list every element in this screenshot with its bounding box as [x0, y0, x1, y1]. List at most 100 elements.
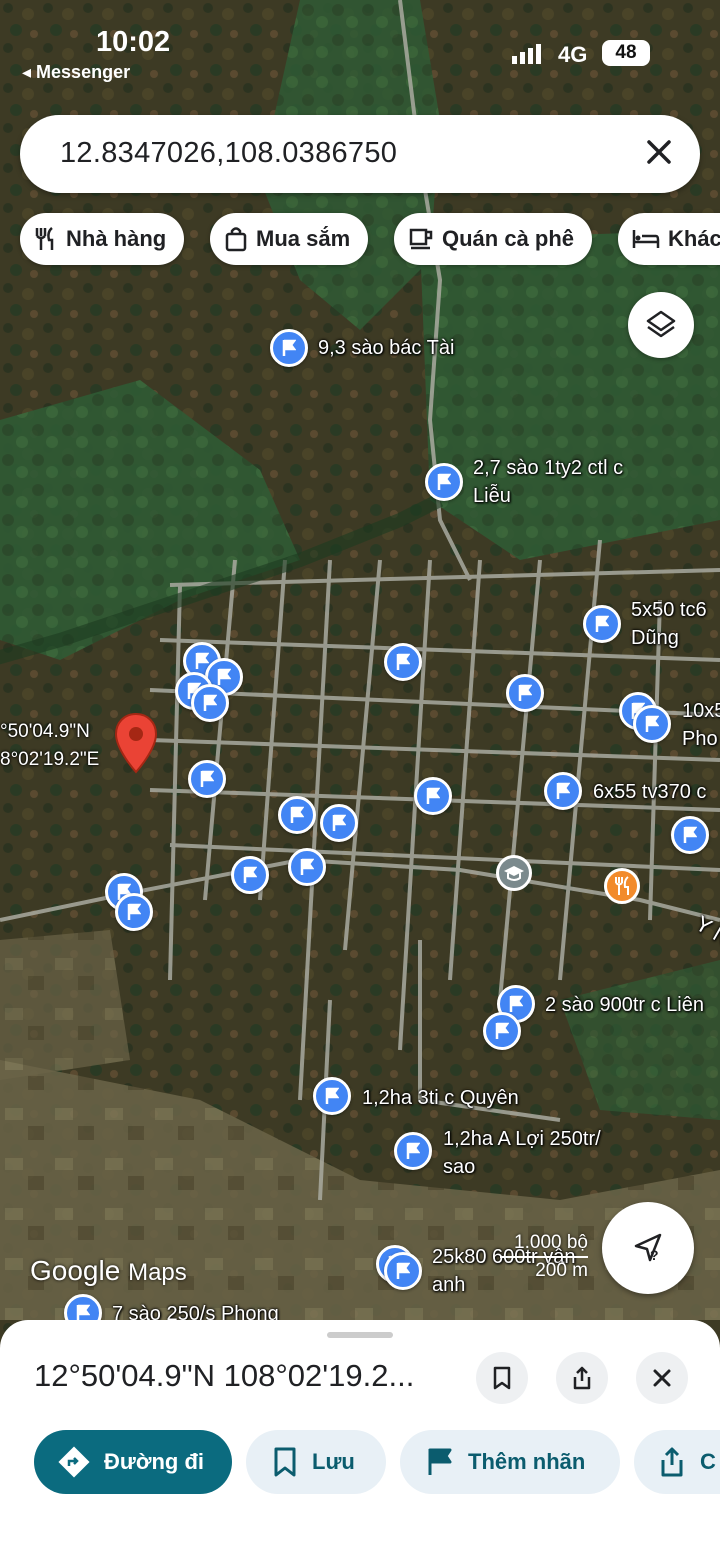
chip-label: Mua sắm	[256, 226, 351, 251]
svg-text:?: ?	[650, 1247, 659, 1263]
place-label: 5x50 tc6	[631, 599, 707, 621]
saved-place-pin[interactable]	[544, 772, 582, 810]
layers-icon	[646, 310, 676, 338]
directions-button[interactable]: Đường đi	[34, 1430, 232, 1494]
scale-feet: 1.000 bộ	[514, 1232, 588, 1253]
flag-icon	[509, 995, 524, 1013]
restaurant-marker[interactable]	[604, 868, 640, 904]
saved-place-pin[interactable]	[231, 856, 269, 894]
flag-icon	[428, 1448, 452, 1475]
share-button[interactable]: C	[634, 1430, 720, 1494]
scale-meters: 200 m	[535, 1260, 588, 1281]
flag-icon	[495, 1022, 510, 1040]
chip-label: Nhà hàng	[66, 226, 167, 251]
saved-place-pin[interactable]	[270, 329, 308, 367]
save-label: Lưu	[312, 1449, 355, 1474]
dropped-pin-coordinates: °50'04.9"N 8°02'19.2"E	[0, 718, 99, 774]
saved-place-pin[interactable]	[384, 1252, 422, 1290]
flag-icon	[332, 814, 347, 832]
shopping-bag-icon	[225, 227, 247, 252]
flag-icon	[300, 858, 315, 876]
directions-icon	[58, 1446, 90, 1478]
clear-search-icon[interactable]	[642, 135, 676, 169]
coffee-cup-icon	[409, 228, 433, 250]
saved-place-pin[interactable]	[414, 777, 452, 815]
search-query[interactable]: 12.8347026,108.0386750	[60, 137, 397, 170]
chip-hotels[interactable]: Khác	[618, 213, 720, 265]
flag-icon	[518, 684, 533, 702]
saved-place-pin[interactable]	[425, 463, 463, 501]
dropped-pin-lng: 8°02'19.2"E	[0, 749, 100, 770]
dropped-pin-lat: °50'04.9"N	[0, 721, 90, 742]
saved-place-pin[interactable]	[320, 804, 358, 842]
place-label: sao	[443, 1156, 476, 1178]
add-label-label: Thêm nhãn	[468, 1449, 586, 1474]
saved-place-pin[interactable]	[483, 1012, 521, 1050]
share-icon	[573, 1366, 591, 1390]
add-label-button[interactable]: Thêm nhãn	[400, 1430, 620, 1494]
flag-icon	[683, 826, 698, 844]
place-label: 2 sào 900tr c Liên	[545, 994, 704, 1016]
saved-place-pin[interactable]	[671, 816, 709, 854]
saved-place-pin[interactable]	[394, 1132, 432, 1170]
saved-place-pin[interactable]	[583, 605, 621, 643]
chip-label: Khác	[668, 226, 720, 251]
share-icon-button[interactable]	[556, 1352, 608, 1404]
chip-label: Quán cà phê	[442, 226, 575, 251]
flag-icon	[290, 806, 305, 824]
share-icon	[661, 1447, 683, 1477]
status-time: 10:02	[96, 26, 171, 58]
saved-place-pin[interactable]	[288, 848, 326, 886]
save-button[interactable]: Lưu	[246, 1430, 386, 1494]
close-sheet-button[interactable]	[636, 1352, 688, 1404]
bed-icon	[632, 230, 660, 248]
search-bar[interactable]: 12.8347026,108.0386750	[20, 115, 700, 193]
flag-icon	[396, 1262, 411, 1280]
layers-button[interactable]	[628, 292, 694, 358]
flag-icon	[203, 694, 218, 712]
sheet-drag-handle[interactable]	[327, 1332, 393, 1338]
dropped-pin-icon[interactable]	[114, 712, 158, 776]
back-to-messenger-link[interactable]: ◂ Messenger	[22, 62, 130, 83]
place-label: anh	[432, 1274, 466, 1296]
bookmark-icon	[274, 1447, 296, 1477]
share-label: C	[700, 1449, 716, 1474]
place-label: Dũng	[631, 627, 679, 649]
saved-place-pin[interactable]	[313, 1077, 351, 1115]
battery-icon: 48	[602, 40, 650, 66]
saved-place-pin[interactable]	[384, 643, 422, 681]
saved-place-pin[interactable]	[278, 796, 316, 834]
chip-shopping[interactable]: Mua sắm	[210, 213, 369, 265]
flag-icon	[595, 615, 610, 633]
bookmark-icon	[493, 1366, 511, 1390]
flag-icon	[437, 473, 452, 491]
signal-icon	[512, 44, 541, 64]
saved-place-pin[interactable]	[188, 760, 226, 798]
google-maps-logo: Google Maps	[30, 1255, 187, 1287]
my-location-button[interactable]: ?	[602, 1202, 694, 1294]
saved-place-pin[interactable]	[506, 674, 544, 712]
save-icon-button[interactable]	[476, 1352, 528, 1404]
map-scale: 1.000 bộ 200 m	[500, 1232, 588, 1282]
chip-cafes[interactable]: Quán cà phê	[394, 213, 593, 265]
saved-place-pin[interactable]	[115, 893, 153, 931]
place-label: Liễu	[473, 485, 511, 507]
fork-knife-icon	[615, 876, 629, 895]
graduation-cap-icon	[504, 866, 524, 881]
flag-icon	[645, 715, 660, 733]
saved-place-pin[interactable]	[633, 705, 671, 743]
flag-icon	[396, 653, 411, 671]
network-type: 4G	[558, 42, 588, 67]
location-unknown-icon: ?	[634, 1233, 662, 1263]
place-bottom-sheet[interactable]: 12°50'04.9"N 108°02'19.2... Đường đi Lưu…	[0, 1320, 720, 1564]
place-label: 9,3 sào bác Tài	[318, 337, 455, 359]
flag-icon	[426, 787, 441, 805]
fork-knife-icon	[35, 227, 54, 250]
saved-place-pin[interactable]	[191, 684, 229, 722]
place-title: 12°50'04.9"N 108°02'19.2...	[34, 1358, 415, 1393]
chip-restaurants[interactable]: Nhà hàng	[20, 213, 185, 265]
school-marker[interactable]	[496, 855, 532, 891]
flag-icon	[200, 770, 215, 788]
scale-bar	[500, 1256, 588, 1258]
place-label: 10x5	[682, 700, 720, 722]
